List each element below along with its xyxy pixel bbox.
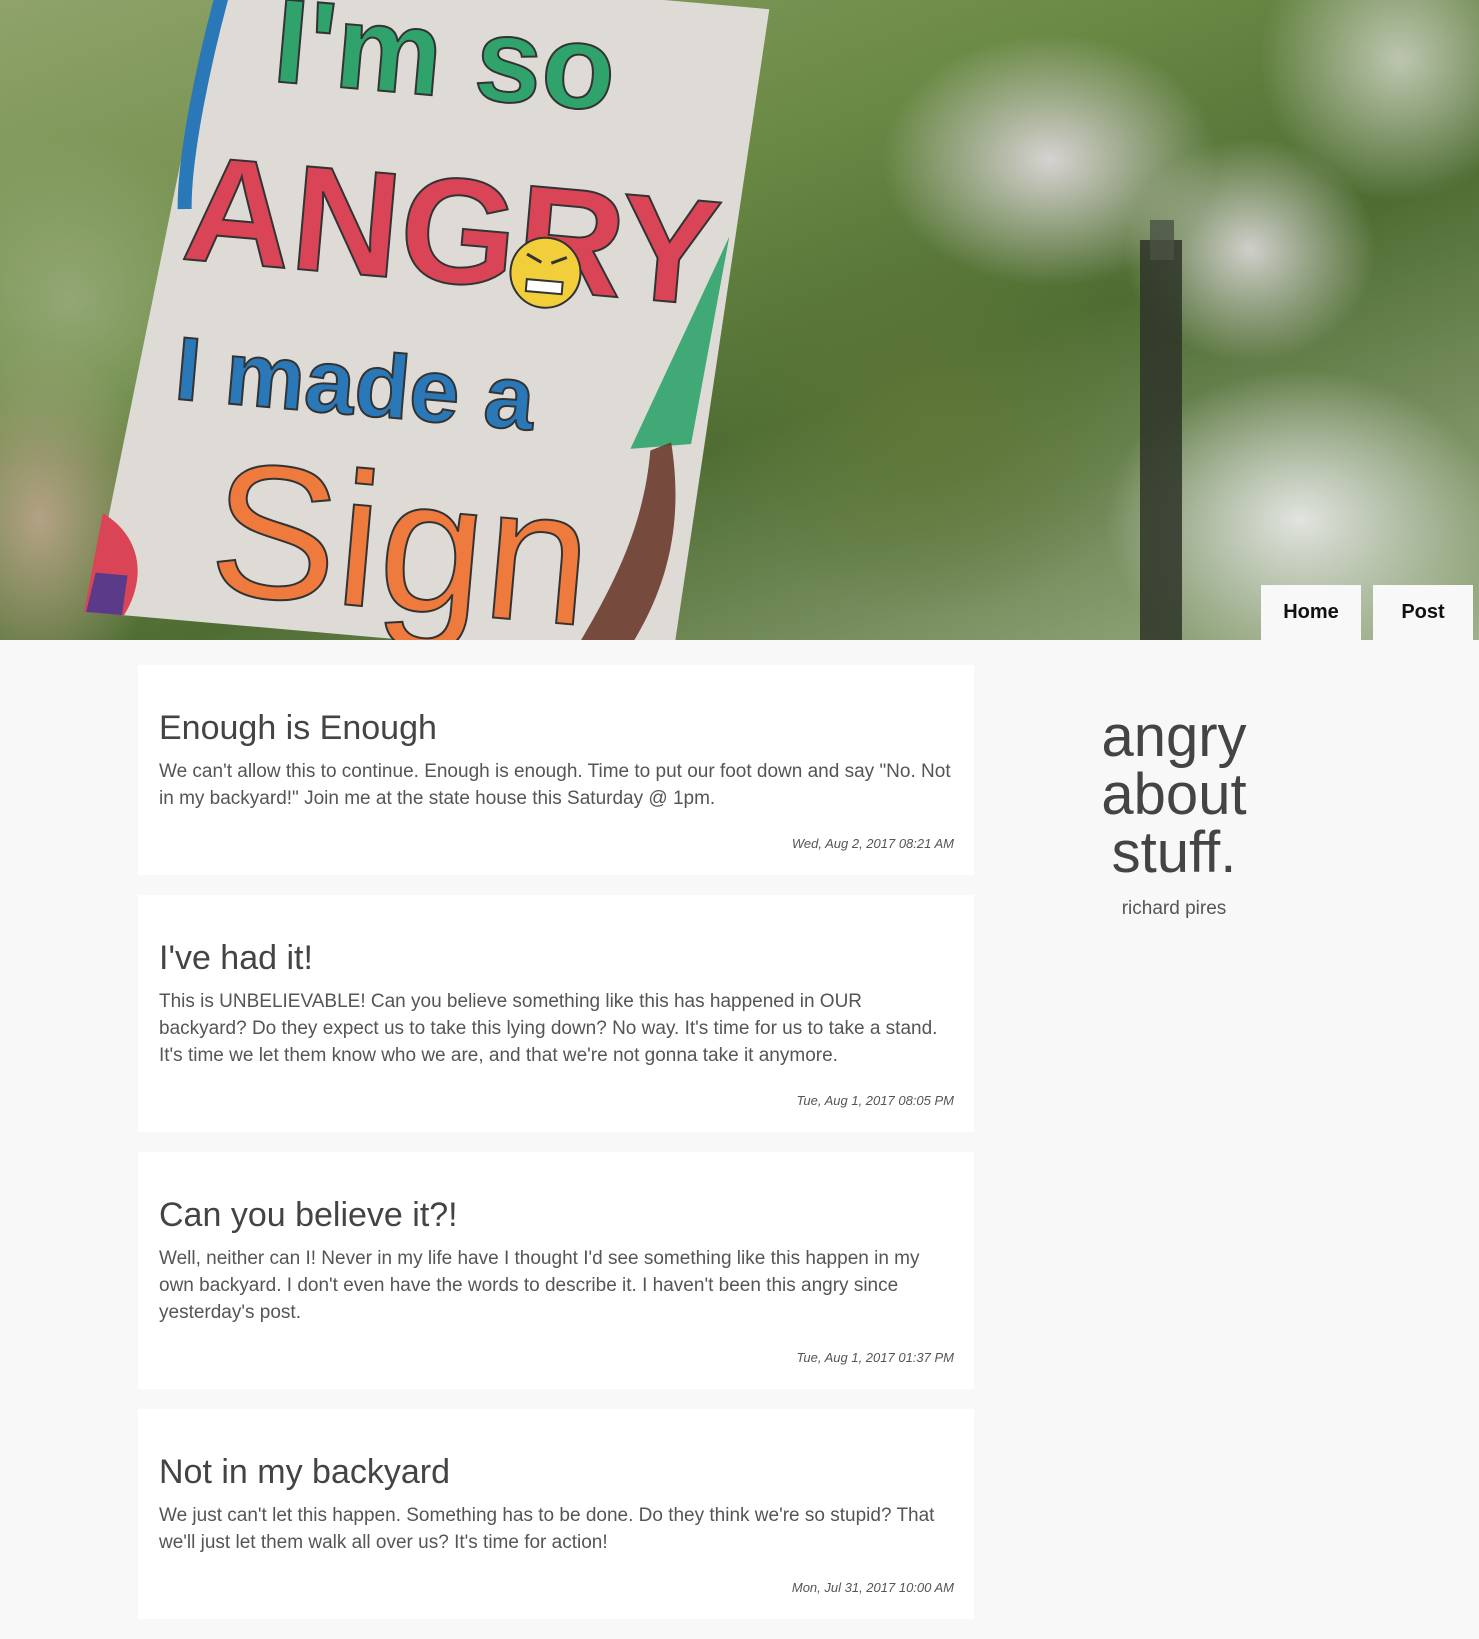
post-card: Enough is Enough We can't allow this to … — [138, 665, 974, 875]
sidebar: angry about stuff. richard pires — [1044, 708, 1304, 920]
site-author: richard pires — [1121, 898, 1227, 919]
post-body: Well, neither can I! Never in my life ha… — [159, 1248, 920, 1323]
post-card: Not in my backyard We just can't let thi… — [138, 1409, 974, 1619]
post-list: Enough is Enough We can't allow this to … — [138, 665, 974, 1639]
post-body: This is UNBELIEVABLE! Can you believe so… — [159, 991, 938, 1066]
nav-home-button[interactable]: Home — [1261, 585, 1361, 640]
site-title[interactable]: angry about stuff. — [1044, 708, 1304, 882]
post-title[interactable]: Can you believe it?! — [159, 1195, 954, 1235]
post-title[interactable]: I've had it! — [159, 938, 954, 978]
main-nav: Home Post — [1261, 585, 1473, 640]
post-date: Mon, Jul 31, 2017 10:00 AM — [791, 1580, 954, 1595]
post-card: I've had it! This is UNBELIEVABLE! Can y… — [138, 895, 974, 1132]
main-content: Enough is Enough We can't allow this to … — [0, 640, 1479, 1639]
post-body: We just can't let this happen. Something… — [159, 1505, 935, 1553]
nav-post-button[interactable]: Post — [1373, 585, 1473, 640]
post-title[interactable]: Enough is Enough — [159, 708, 954, 748]
post-card: Can you believe it?! Well, neither can I… — [138, 1152, 974, 1389]
hero-image: I'm so ANGRY I made a Sign — [84, 0, 1182, 640]
site-title-line-1: angry — [1101, 704, 1247, 769]
site-title-line-3: stuff. — [1111, 820, 1237, 885]
post-date: Tue, Aug 1, 2017 08:05 PM — [796, 1093, 954, 1108]
post-body: We can't allow this to continue. Enough … — [159, 761, 951, 809]
site-title-line-2: about — [1101, 762, 1247, 827]
post-title[interactable]: Not in my backyard — [159, 1452, 954, 1492]
sign-line-4: Sign — [203, 422, 600, 640]
hero-banner: I'm so ANGRY I made a Sign Home Post — [0, 0, 1479, 640]
post-date: Wed, Aug 2, 2017 08:21 AM — [791, 836, 954, 851]
post-date: Tue, Aug 1, 2017 01:37 PM — [796, 1350, 954, 1365]
